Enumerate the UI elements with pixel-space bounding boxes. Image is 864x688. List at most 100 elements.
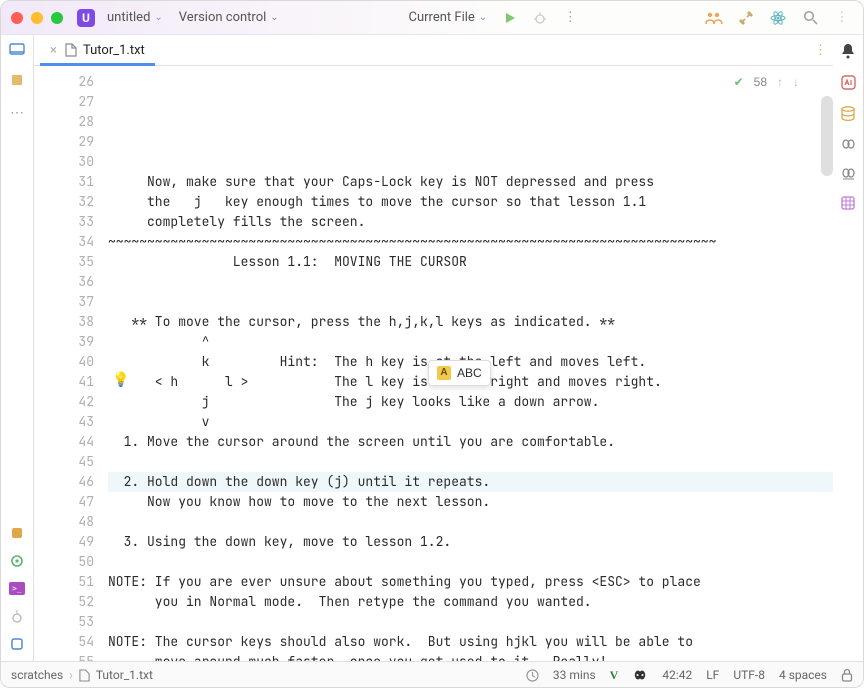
copilot-panel-icon[interactable] — [841, 138, 856, 151]
prev-problem-icon[interactable]: ↑ — [777, 72, 783, 92]
more-actions-button[interactable]: ⋮ — [559, 7, 581, 29]
close-window[interactable] — [11, 12, 23, 24]
check-icon: ✔︎ — [734, 72, 744, 92]
notifications-icon[interactable] — [841, 43, 855, 59]
project-name: untitled — [107, 10, 150, 25]
code-line[interactable]: NOTE: The cursor keys should also work. … — [108, 632, 833, 652]
code-line[interactable]: 3. Using the down key, move to lesson 1.… — [108, 532, 833, 552]
file-icon — [65, 43, 77, 57]
ide-settings-icon[interactable] — [735, 7, 757, 29]
chevron-down-icon: ⌄ — [154, 12, 162, 23]
breadcrumb[interactable]: scratches › Tutor_1.txt — [11, 668, 153, 682]
terminal-tool-icon[interactable]: >_ — [9, 582, 25, 595]
database-tool-icon[interactable] — [841, 106, 855, 122]
code-line[interactable] — [108, 152, 833, 172]
copilot-chat-icon[interactable] — [841, 167, 856, 180]
code-line[interactable]: 1. Move the cursor around the screen unt… — [108, 432, 833, 452]
project-tool-icon[interactable] — [9, 43, 25, 55]
code-line[interactable]: move around much faster, once you get us… — [108, 652, 833, 661]
intention-bulb-icon[interactable]: 💡 — [112, 370, 129, 390]
main-menu-icon[interactable]: ⋮ — [831, 7, 853, 29]
debug-button[interactable] — [529, 7, 551, 29]
code-line[interactable] — [108, 552, 833, 572]
session-time[interactable]: 33 mins — [553, 668, 596, 682]
code-line[interactable]: Now, make sure that your Caps-Lock key i… — [108, 172, 833, 192]
breadcrumb-file: Tutor_1.txt — [96, 668, 153, 682]
editor[interactable]: 2627282930313233343536373839404142434445… — [34, 66, 833, 661]
breadcrumb-root: scratches — [11, 668, 63, 682]
close-tab-icon[interactable]: × — [50, 43, 57, 58]
file-tab-label: Tutor_1.txt — [83, 43, 145, 58]
next-problem-icon[interactable]: ↓ — [793, 72, 799, 92]
titlebar: U untitled ⌄ Version control ⌄ Current F… — [1, 1, 863, 35]
code-line[interactable] — [108, 292, 833, 312]
code-line[interactable]: completely fills the screen. — [108, 212, 833, 232]
line-separator[interactable]: LF — [706, 668, 719, 682]
code-line[interactable]: you in Normal mode. Then retype the comm… — [108, 592, 833, 612]
file-encoding[interactable]: UTF-8 — [733, 668, 765, 682]
run-config-label: Current File — [409, 10, 475, 25]
code-line[interactable]: ~~~~~~~~~~~~~~~~~~~~~~~~~~~~~~~~~~~~~~~~… — [108, 232, 833, 252]
chevron-down-icon: ⌄ — [479, 12, 487, 23]
run-button[interactable] — [499, 7, 521, 29]
left-tool-strip: ⋯ >_ — [1, 35, 34, 661]
code-line[interactable] — [108, 512, 833, 532]
minimize-window[interactable] — [31, 12, 43, 24]
code-line[interactable]: NOTE: If you are ever unsure about somet… — [108, 572, 833, 592]
tab-options-icon[interactable]: ⋮ — [814, 43, 827, 58]
debug-tool-icon[interactable] — [10, 609, 24, 623]
code-area[interactable]: ✔︎ 58 ↑ ↓ Now, make sure that your Caps-… — [108, 66, 833, 661]
code-line[interactable]: ^ — [108, 332, 833, 352]
code-line[interactable] — [108, 612, 833, 632]
code-line[interactable]: Lesson 1.1: MOVING THE CURSOR — [108, 252, 833, 272]
structure-tool-icon[interactable] — [10, 73, 24, 87]
readonly-lock-icon[interactable] — [841, 668, 853, 682]
indent-settings[interactable]: 4 spaces — [779, 668, 827, 682]
code-line[interactable]: v — [108, 412, 833, 432]
search-everywhere-icon[interactable] — [799, 7, 821, 29]
vcs-label: Version control — [179, 10, 267, 25]
file-icon — [79, 669, 90, 682]
right-tool-strip — [833, 35, 863, 661]
svg-text:>_: >_ — [12, 584, 22, 593]
run-config-selector[interactable]: Current File ⌄ — [405, 10, 492, 25]
ai-chat-icon[interactable] — [841, 75, 856, 90]
problems-tool-icon[interactable] — [10, 637, 24, 651]
project-badge[interactable]: U — [77, 9, 95, 27]
vertical-scrollbar[interactable] — [821, 96, 833, 176]
code-line[interactable]: 2. Hold down the down key (j) until it r… — [108, 472, 833, 492]
hint-icon: A — [437, 366, 451, 380]
status-bar: scratches › Tutor_1.txt 33 mins V 42:42 … — [1, 661, 863, 688]
hint-label: ABC — [457, 363, 482, 383]
zoom-window[interactable] — [51, 12, 63, 24]
main-area: × Tutor_1.txt ⋮ 262728293031323334353637… — [34, 35, 833, 661]
vcs-widget[interactable]: Version control ⌄ — [175, 10, 283, 25]
services-tool-icon[interactable] — [10, 526, 24, 540]
sciview-icon[interactable] — [841, 196, 855, 210]
inspection-widget[interactable]: ✔︎ 58 ↑ ↓ — [734, 72, 799, 92]
code-with-me-icon[interactable] — [703, 7, 725, 29]
completion-hint-popup[interactable]: A ABC — [428, 360, 491, 386]
project-selector[interactable]: untitled ⌄ — [103, 10, 167, 25]
python-packages-icon[interactable] — [10, 554, 24, 568]
ai-assistant-icon[interactable] — [767, 7, 789, 29]
editor-tabs: × Tutor_1.txt ⋮ — [34, 35, 833, 66]
ide-window: U untitled ⌄ Version control ⌄ Current F… — [0, 0, 864, 688]
file-tab[interactable]: × Tutor_1.txt — [40, 35, 155, 65]
caret-position[interactable]: 42:42 — [662, 668, 692, 682]
chevron-down-icon: ⌄ — [270, 12, 278, 23]
breadcrumb-separator-icon: › — [69, 668, 73, 682]
window-controls — [11, 12, 63, 24]
code-line[interactable]: j The j key looks like a down arrow. — [108, 392, 833, 412]
code-line[interactable]: Now you know how to move to the next les… — [108, 492, 833, 512]
code-line[interactable] — [108, 452, 833, 472]
vim-mode-icon[interactable]: V — [610, 668, 619, 683]
code-line[interactable] — [108, 272, 833, 292]
line-gutter: 2627282930313233343536373839404142434445… — [34, 66, 108, 661]
problems-count: 58 — [754, 72, 767, 92]
code-line[interactable]: the j key enough times to move the curso… — [108, 192, 833, 212]
more-tools-icon[interactable]: ⋯ — [10, 105, 24, 121]
copilot-status-icon[interactable] — [632, 668, 648, 682]
clock-icon — [526, 669, 539, 682]
code-line[interactable]: ** To move the cursor, press the h,j,k,l… — [108, 312, 833, 332]
